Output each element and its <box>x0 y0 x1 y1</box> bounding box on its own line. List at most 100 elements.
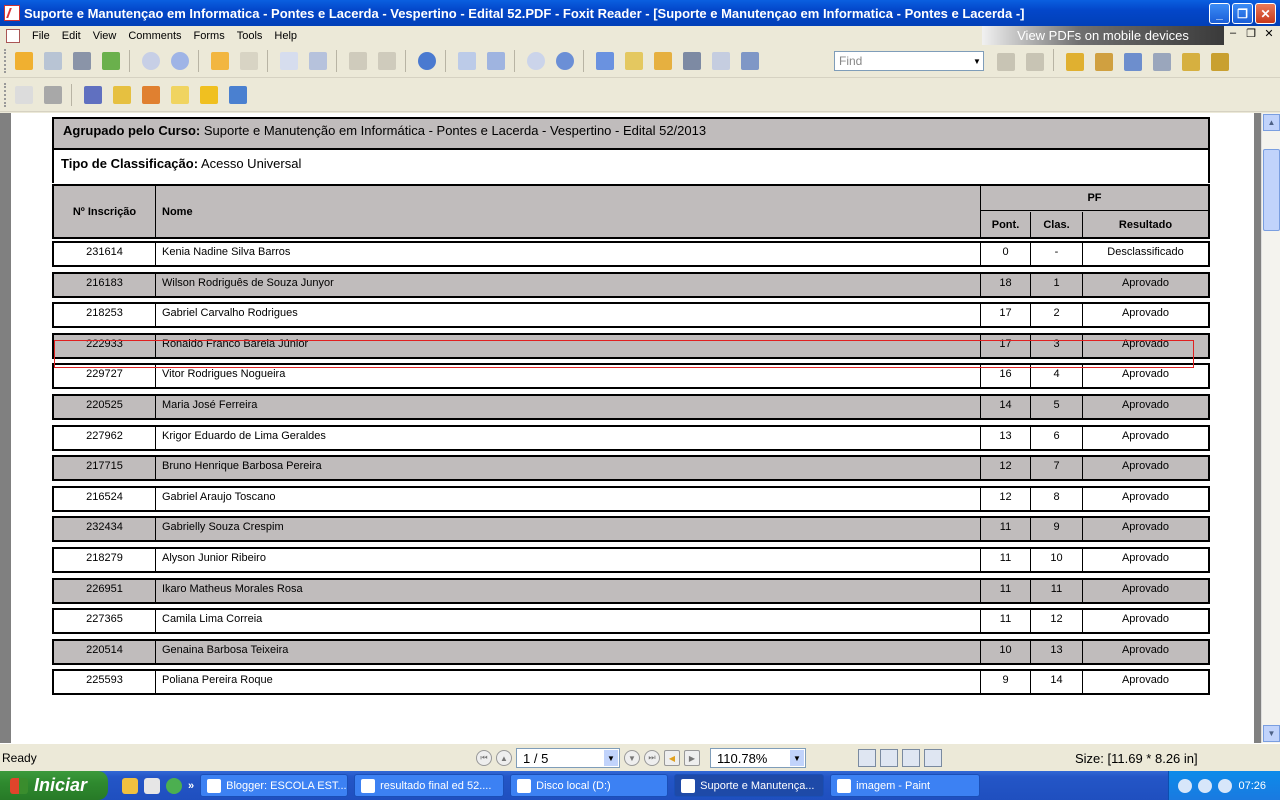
start-button[interactable]: Iniciar <box>0 771 108 800</box>
typewriter-icon[interactable] <box>708 48 734 74</box>
textbox-icon[interactable] <box>167 82 193 108</box>
text-select-icon[interactable] <box>621 48 647 74</box>
doc-minimize-button[interactable]: – <box>1226 27 1240 40</box>
network-icon[interactable] <box>1178 778 1193 793</box>
scroll-down-icon[interactable] <box>167 48 193 74</box>
task-disco-local[interactable]: Disco local (D:) <box>510 774 669 797</box>
menu-file[interactable]: File <box>26 30 56 42</box>
col-inscricao: Nº Inscrição <box>54 186 156 237</box>
back-icon[interactable] <box>207 48 233 74</box>
quicklaunch-icon[interactable] <box>122 777 138 794</box>
table-row: 220525 Maria José Ferreira 14 5 Aprovado <box>52 394 1210 420</box>
cell-pont: 17 <box>981 335 1031 357</box>
arrow-icon[interactable] <box>225 82 251 108</box>
status-bar: Ready ⏮ ▲ 1 / 5 ▼ ▼ ⏭ ◀ ▶ 110.78% ▼ Size… <box>0 743 1280 771</box>
scroll-down-arrow-icon[interactable]: ▼ <box>1263 725 1280 742</box>
single-page-icon[interactable] <box>858 749 876 767</box>
find-previous-icon[interactable] <box>993 49 1019 75</box>
menu-forms[interactable]: Forms <box>188 30 231 42</box>
menu-tools[interactable]: Tools <box>231 30 269 42</box>
pencil-icon[interactable] <box>80 82 106 108</box>
zoom-field[interactable]: 110.78% ▼ <box>710 748 806 768</box>
first-page-icon[interactable]: ⏮ <box>476 750 492 766</box>
pattern-icon[interactable] <box>40 82 66 108</box>
eraser-icon[interactable] <box>11 82 37 108</box>
menu-comments[interactable]: Comments <box>122 30 187 42</box>
toolbar-separator <box>1053 49 1054 71</box>
print-icon[interactable] <box>69 48 95 74</box>
chevron-down-icon[interactable]: ▼ <box>790 750 804 766</box>
undo-icon[interactable] <box>345 48 371 74</box>
fit-page-icon[interactable] <box>454 48 480 74</box>
zoom-in-icon[interactable] <box>552 48 578 74</box>
security-icon[interactable] <box>1198 778 1213 793</box>
highlight-icon[interactable] <box>109 82 135 108</box>
task-paint[interactable]: imagem - Paint <box>830 774 981 797</box>
menu-edit[interactable]: Edit <box>56 30 87 42</box>
sign-icon[interactable] <box>1178 49 1204 75</box>
foxit-quicklaunch-icon[interactable] <box>144 777 160 794</box>
extract-page-icon[interactable] <box>305 48 331 74</box>
maximize-button[interactable]: ❐ <box>1232 3 1253 24</box>
doc-restore-button[interactable]: ❐ <box>1244 27 1258 40</box>
toolbar-grip[interactable] <box>4 83 8 107</box>
mobile-promo-banner[interactable]: View PDFs on mobile devices <box>982 26 1224 45</box>
next-page-icon[interactable]: ▼ <box>624 750 640 766</box>
stamp-icon[interactable] <box>1091 49 1117 75</box>
close-button[interactable]: ✕ <box>1255 3 1276 24</box>
fit-width-icon[interactable] <box>483 48 509 74</box>
minimize-button[interactable]: _ <box>1209 3 1230 24</box>
zoom-out-icon[interactable] <box>523 48 549 74</box>
foxit-app-icon[interactable] <box>4 5 20 21</box>
callout-icon[interactable] <box>196 82 222 108</box>
open-icon[interactable] <box>11 48 37 74</box>
forward-icon[interactable] <box>236 48 262 74</box>
menu-view[interactable]: View <box>87 30 123 42</box>
vertical-scrollbar[interactable]: ▲ ▼ <box>1261 113 1280 743</box>
email-icon[interactable] <box>98 48 124 74</box>
chevron-down-icon[interactable]: ▼ <box>971 52 983 70</box>
task-resultado[interactable]: resultado final ed 52.... <box>354 774 505 797</box>
find-next-icon[interactable] <box>1022 49 1048 75</box>
page-number-field[interactable]: 1 / 5 ▼ <box>516 748 620 768</box>
menu-help[interactable]: Help <box>268 30 303 42</box>
prev-page-icon[interactable]: ▲ <box>496 750 512 766</box>
continuous-facing-icon[interactable] <box>924 749 942 767</box>
scroll-thumb[interactable] <box>1263 149 1280 231</box>
document-icon[interactable] <box>6 28 20 43</box>
scroll-up-arrow-icon[interactable]: ▲ <box>1263 114 1280 131</box>
video-icon[interactable] <box>1149 49 1175 75</box>
task-foxit[interactable]: Suporte e Manutença... <box>674 774 825 797</box>
scroll-up-icon[interactable] <box>138 48 164 74</box>
zoom-icon[interactable] <box>414 48 440 74</box>
chevron-down-icon[interactable]: ▼ <box>604 750 618 766</box>
attach-icon[interactable] <box>1062 49 1088 75</box>
doc-close-button[interactable]: ✕ <box>1262 27 1276 40</box>
cell-clas: 11 <box>1031 580 1083 602</box>
more-icon[interactable]: » <box>188 780 194 792</box>
cell-clas: 14 <box>1031 671 1083 693</box>
nav-back-icon[interactable]: ◀ <box>664 750 680 766</box>
insert-page-icon[interactable] <box>276 48 302 74</box>
toolbar-grip[interactable] <box>4 49 8 73</box>
nav-forward-icon[interactable]: ▶ <box>684 750 700 766</box>
clock[interactable]: 07:26 <box>1238 780 1266 792</box>
chrome-icon[interactable] <box>166 777 182 794</box>
facing-icon[interactable] <box>902 749 920 767</box>
redo-icon[interactable] <box>374 48 400 74</box>
select-icon[interactable] <box>650 48 676 74</box>
task-blogger[interactable]: Blogger: ESCOLA EST... <box>200 774 349 797</box>
save-icon[interactable] <box>40 48 66 74</box>
last-page-icon[interactable]: ⏭ <box>644 750 660 766</box>
pen-icon[interactable] <box>1207 49 1233 75</box>
snapshot-icon[interactable] <box>737 48 763 74</box>
cell-nome: Bruno Henrique Barbosa Pereira <box>156 457 981 479</box>
hand-tool-icon[interactable] <box>592 48 618 74</box>
continuous-icon[interactable] <box>880 749 898 767</box>
document-viewport[interactable]: Agrupado pelo Curso: Suporte e Manutençã… <box>0 113 1280 743</box>
note-icon[interactable] <box>138 82 164 108</box>
find-icon[interactable] <box>679 48 705 74</box>
find-input[interactable]: Find ▼ <box>834 51 984 71</box>
volume-icon[interactable] <box>1218 778 1233 793</box>
image-icon[interactable] <box>1120 49 1146 75</box>
